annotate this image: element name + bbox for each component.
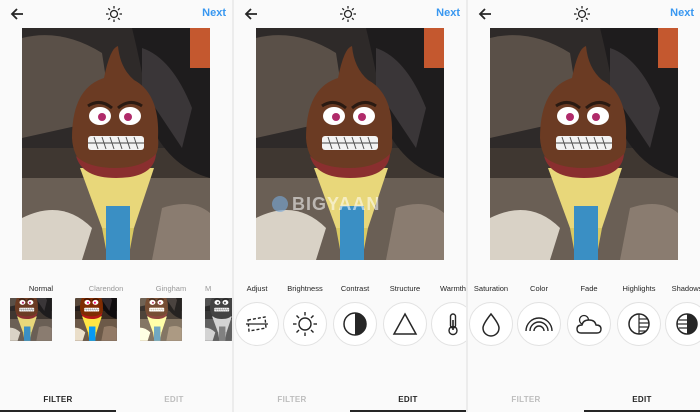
edit-tools-row: Adjust Brightness Contrast Structure War… bbox=[234, 284, 466, 364]
tool-label: Color bbox=[530, 284, 548, 293]
tab-edit[interactable]: EDIT bbox=[116, 390, 232, 412]
color-icon[interactable] bbox=[517, 302, 561, 346]
next-button[interactable]: Next bbox=[670, 7, 694, 19]
tab-filter[interactable]: FILTER bbox=[468, 390, 584, 412]
next-button[interactable]: Next bbox=[436, 7, 460, 19]
filter-label-partial: M bbox=[205, 284, 212, 293]
watermark-logo bbox=[272, 196, 288, 212]
fade-icon[interactable] bbox=[567, 302, 611, 346]
back-arrow-icon[interactable] bbox=[476, 5, 494, 23]
tool-warmth[interactable]: Warmth bbox=[430, 284, 466, 346]
tool-label: Adjust bbox=[246, 284, 268, 293]
filter-screen: Next Normal Clarendon Gingham M FILTER E… bbox=[0, 0, 232, 412]
filter-strip: Normal Clarendon Gingham M bbox=[0, 284, 232, 364]
edit-screen-2: Next Saturation Color Fade Highlights Sh… bbox=[468, 0, 700, 412]
photo-preview bbox=[490, 28, 678, 260]
tool-contrast[interactable]: Contrast bbox=[332, 284, 378, 346]
next-button[interactable]: Next bbox=[202, 7, 226, 19]
edit-screen-1: Next BIGYAAN Adjust Brightness Contrast bbox=[234, 0, 466, 412]
highlights-icon[interactable] bbox=[617, 302, 661, 346]
tool-label: Structure bbox=[389, 284, 421, 293]
tool-label: Brightness bbox=[287, 284, 323, 293]
tool-fade[interactable]: Fade bbox=[566, 284, 612, 346]
tool-label: Warmth bbox=[440, 284, 466, 293]
back-arrow-icon[interactable] bbox=[8, 5, 26, 23]
tab-filter[interactable]: FILTER bbox=[234, 390, 350, 412]
tab-edit[interactable]: EDIT bbox=[350, 390, 466, 412]
lux-icon[interactable] bbox=[338, 4, 358, 24]
lux-icon[interactable] bbox=[104, 4, 124, 24]
filter-thumb-clarendon[interactable] bbox=[75, 298, 137, 360]
tool-brightness[interactable]: Brightness bbox=[282, 284, 328, 346]
back-arrow-icon[interactable] bbox=[242, 5, 260, 23]
edit-tools-row: Saturation Color Fade Highlights Shadows bbox=[468, 284, 700, 364]
bottom-tabs: FILTER EDIT bbox=[0, 390, 232, 412]
screenshot-collage: Next Normal Clarendon Gingham M FILTER E… bbox=[0, 0, 700, 412]
filter-label-gingham: Gingham bbox=[155, 284, 187, 293]
top-bar: Next bbox=[0, 0, 232, 28]
photo-preview bbox=[22, 28, 210, 260]
tool-shadows[interactable]: Shadows bbox=[664, 284, 700, 346]
saturation-icon[interactable] bbox=[469, 302, 513, 346]
lux-icon[interactable] bbox=[572, 4, 592, 24]
filter-label-normal: Normal bbox=[28, 284, 54, 293]
structure-icon[interactable] bbox=[383, 302, 427, 346]
adjust-icon[interactable] bbox=[235, 302, 279, 346]
filter-thumb-partial[interactable] bbox=[205, 298, 232, 360]
bottom-tabs: FILTER EDIT bbox=[234, 390, 466, 412]
tool-highlights[interactable]: Highlights bbox=[616, 284, 662, 346]
top-bar: Next bbox=[234, 0, 466, 28]
tool-label: Shadows bbox=[671, 284, 700, 293]
watermark-text: BIGYAAN bbox=[292, 194, 381, 214]
tool-color[interactable]: Color bbox=[516, 284, 562, 346]
tool-label: Contrast bbox=[340, 284, 370, 293]
contrast-icon[interactable] bbox=[333, 302, 377, 346]
tab-filter[interactable]: FILTER bbox=[0, 390, 116, 412]
top-bar: Next bbox=[468, 0, 700, 28]
filter-thumb-gingham[interactable] bbox=[140, 298, 202, 360]
tool-label: Fade bbox=[580, 284, 598, 293]
brightness-icon[interactable] bbox=[283, 302, 327, 346]
filter-label-clarendon: Clarendon bbox=[88, 284, 124, 293]
tool-adjust[interactable]: Adjust bbox=[234, 284, 280, 346]
bottom-tabs: FILTER EDIT bbox=[468, 390, 700, 412]
photo-preview: BIGYAAN bbox=[256, 28, 444, 260]
tool-structure[interactable]: Structure bbox=[382, 284, 428, 346]
tool-label: Highlights bbox=[622, 284, 656, 293]
warmth-icon[interactable] bbox=[431, 302, 466, 346]
tab-edit[interactable]: EDIT bbox=[584, 390, 700, 412]
tool-label: Saturation bbox=[473, 284, 509, 293]
filter-thumb-normal[interactable] bbox=[10, 298, 72, 360]
shadows-icon[interactable] bbox=[665, 302, 700, 346]
tool-saturation[interactable]: Saturation bbox=[468, 284, 514, 346]
